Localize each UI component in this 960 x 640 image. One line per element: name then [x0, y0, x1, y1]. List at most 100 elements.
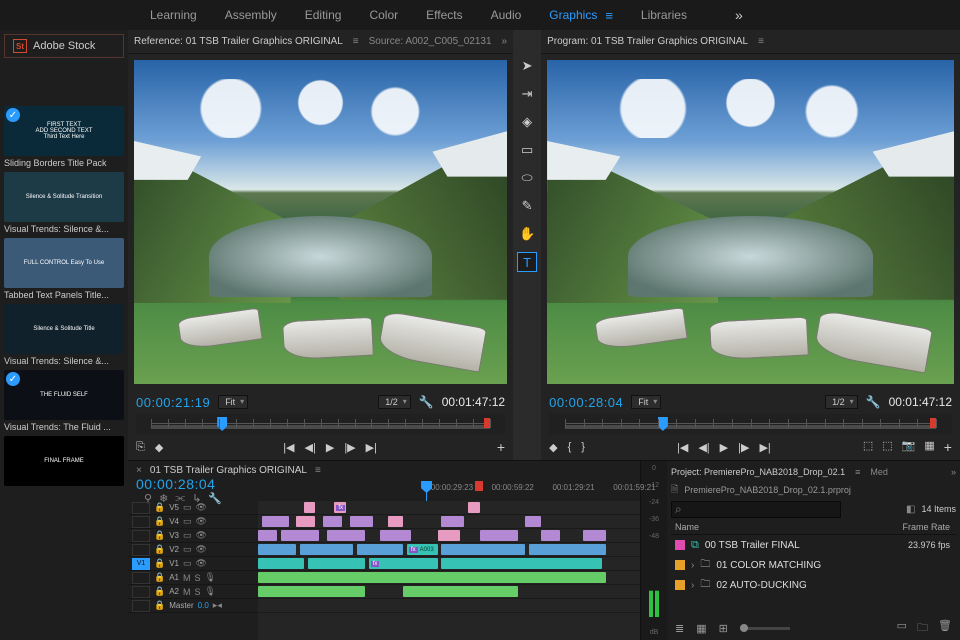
source-tab[interactable]: Source: A002_C005_02131	[369, 36, 492, 47]
program-viewport[interactable]	[547, 60, 954, 384]
program-timecode-in[interactable]: 00:00:28:04	[549, 395, 623, 410]
chevron-right-icon[interactable]: ›	[691, 580, 694, 591]
mark-in-icon[interactable]: {	[568, 441, 572, 454]
freeform-view-icon[interactable]: ⊞	[719, 622, 728, 635]
type-tool-icon[interactable]: T	[517, 252, 537, 272]
template-list: ✓FIRST TEXT ADD SECOND TEXT Third Text H…	[4, 106, 124, 488]
program-tab-menu-icon[interactable]: ≡	[758, 36, 764, 47]
project-row[interactable]: ⧉00 TSB Trailer FINAL23.976 fps	[671, 535, 956, 555]
adobe-stock-button[interactable]: St Adobe Stock	[4, 34, 124, 58]
column-framerate[interactable]: Frame Rate	[886, 522, 956, 532]
mark-out-icon[interactable]: }	[581, 441, 585, 454]
reference-timecode-dur: 00:01:47:12	[442, 395, 505, 409]
timeline-ruler[interactable]: 00:00:29:23 00:00:59:22 00:01:29:21 00:0…	[398, 481, 632, 499]
reference-viewport[interactable]	[134, 60, 507, 384]
timeline-timecode[interactable]: 00:00:28:04	[136, 476, 266, 492]
pen-tool-icon[interactable]: ◈	[517, 112, 537, 132]
project-row[interactable]: ›🗀02 AUTO-DUCKING	[671, 575, 956, 595]
workspace-tab-learning[interactable]: Learning	[150, 8, 197, 22]
template-item[interactable]: ✓THE FLUID SELFVisual Trends: The Fluid …	[4, 370, 124, 432]
step-back-icon[interactable]: ◀|	[305, 441, 316, 454]
go-to-in-icon[interactable]: |◀	[677, 441, 688, 454]
program-zoom-select[interactable]: Fit	[631, 395, 661, 409]
reference-settings-icon[interactable]: 🔧	[419, 395, 434, 409]
play-icon[interactable]: ▶	[326, 441, 334, 454]
workspace-tab-audio[interactable]: Audio	[491, 8, 522, 22]
play-icon[interactable]: ▶	[720, 441, 728, 454]
project-search-input[interactable]	[671, 501, 841, 518]
workspace-tab-libraries[interactable]: Libraries	[641, 8, 687, 22]
program-tab[interactable]: Program: 01 TSB Trailer Graphics ORIGINA…	[547, 36, 748, 47]
zoom-slider[interactable]	[740, 627, 790, 630]
chevron-right-icon[interactable]: ›	[691, 560, 694, 571]
program-resolution-select[interactable]: 1/2	[825, 395, 858, 409]
icon-view-icon[interactable]: ▦	[696, 622, 706, 635]
eyedropper-tool-icon[interactable]: ✎	[517, 196, 537, 216]
workspace-tab-effects[interactable]: Effects	[426, 8, 462, 22]
go-to-out-icon[interactable]: ▶|	[366, 441, 377, 454]
workspace-tab-color[interactable]: Color	[369, 8, 398, 22]
extract-icon[interactable]: ⬚	[882, 439, 892, 455]
template-item[interactable]: ✓FIRST TEXT ADD SECOND TEXT Third Text H…	[4, 106, 124, 168]
new-item-icon[interactable]: ▭	[897, 619, 907, 638]
template-item[interactable]: FINAL FRAME	[4, 436, 124, 488]
reference-zoom-select[interactable]: Fit	[218, 395, 248, 409]
export-frame-icon[interactable]: 📷	[902, 439, 916, 455]
monitor-tabs-overflow-icon[interactable]: »	[502, 36, 508, 47]
workspace-menu-icon[interactable]: ≡	[605, 8, 613, 23]
workspace-tab-assembly[interactable]: Assembly	[225, 8, 277, 22]
go-to-in-icon[interactable]: |◀	[283, 441, 294, 454]
program-button-editor-icon[interactable]: +	[944, 439, 952, 455]
template-thumbnail: ✓FIRST TEXT ADD SECOND TEXT Third Text H…	[4, 106, 124, 156]
media-browser-tab[interactable]: Med	[870, 467, 888, 477]
program-timecode-dur: 00:01:47:12	[889, 395, 952, 409]
workspace-overflow-icon[interactable]: »	[735, 7, 743, 23]
workspace-tab-editing[interactable]: Editing	[305, 8, 342, 22]
new-bin-icon[interactable]: 🗀	[917, 619, 928, 638]
new-bin-icon[interactable]: ◧	[906, 504, 915, 515]
essential-graphics-panel: St Adobe Stock ✓FIRST TEXT ADD SECOND TE…	[0, 30, 128, 640]
template-item[interactable]: Silence & Solitude TitleVisual Trends: S…	[4, 304, 124, 366]
project-item-list: ⧉00 TSB Trailer FINAL23.976 fps›🗀01 COLO…	[671, 535, 956, 595]
project-tab[interactable]: Project: PremierePro_NAB2018_Drop_02.1	[671, 467, 845, 477]
project-row[interactable]: ›🗀01 COLOR MATCHING	[671, 555, 956, 575]
delete-icon[interactable]: 🗑	[938, 619, 952, 638]
timeline-tracks[interactable]: fx fxA003 fx	[258, 501, 640, 640]
add-marker-icon[interactable]: ◆	[549, 441, 557, 454]
project-item-name: 00 TSB Trailer FINAL	[705, 540, 800, 551]
program-scrubber[interactable]	[549, 414, 952, 434]
reference-button-editor-icon[interactable]: +	[497, 439, 505, 455]
step-back-icon[interactable]: ◀|	[698, 441, 709, 454]
template-item[interactable]: Silence & Solitude TransitionVisual Tren…	[4, 172, 124, 234]
reference-scrubber[interactable]	[136, 414, 505, 434]
step-forward-icon[interactable]: |▶	[738, 441, 749, 454]
timeline-marker-icon[interactable]	[475, 481, 483, 491]
lift-icon[interactable]: ⬚	[863, 439, 873, 455]
add-marker-icon[interactable]: ◆	[155, 441, 163, 454]
sequence-icon: ⧉	[691, 539, 699, 552]
reference-resolution-select[interactable]: 1/2	[378, 395, 411, 409]
workspace-tab-graphics[interactable]: Graphics	[549, 8, 597, 22]
program-settings-icon[interactable]: 🔧	[866, 395, 881, 409]
go-to-out-icon[interactable]: ▶|	[759, 441, 770, 454]
list-view-icon[interactable]: ≣	[675, 622, 684, 635]
column-name[interactable]: Name	[671, 522, 886, 532]
ellipse-tool-icon[interactable]: ⬭	[517, 168, 537, 188]
gang-to-program-icon[interactable]: ⎘	[136, 441, 145, 454]
reference-tab-menu-icon[interactable]: ≡	[353, 36, 359, 47]
hand-tool-icon[interactable]: ✋	[517, 224, 537, 244]
selection-tool-icon[interactable]: ➤	[517, 56, 537, 76]
step-forward-icon[interactable]: |▶	[344, 441, 355, 454]
vertical-type-tool-icon[interactable]: ⇥	[517, 84, 537, 104]
template-thumbnail: FINAL FRAME	[4, 436, 124, 486]
template-item[interactable]: FULL CONTROL Easy To UseTabbed Text Pane…	[4, 238, 124, 300]
reference-timecode-in[interactable]: 00:00:21:19	[136, 395, 210, 410]
tool-palette: ➤ ⇥ ◈ ▭ ⬭ ✎ ✋ T	[513, 30, 541, 460]
rectangle-tool-icon[interactable]: ▭	[517, 140, 537, 160]
reference-monitor: Reference: 01 TSB Trailer Graphics ORIGI…	[128, 30, 513, 460]
comparison-view-icon[interactable]: ▦	[924, 439, 934, 455]
project-overflow-icon[interactable]: »	[951, 467, 956, 477]
timeline-title[interactable]: 01 TSB Trailer Graphics ORIGINAL	[150, 465, 307, 476]
reference-tab[interactable]: Reference: 01 TSB Trailer Graphics ORIGI…	[134, 36, 343, 47]
track-target-v1[interactable]: V1	[132, 558, 150, 570]
